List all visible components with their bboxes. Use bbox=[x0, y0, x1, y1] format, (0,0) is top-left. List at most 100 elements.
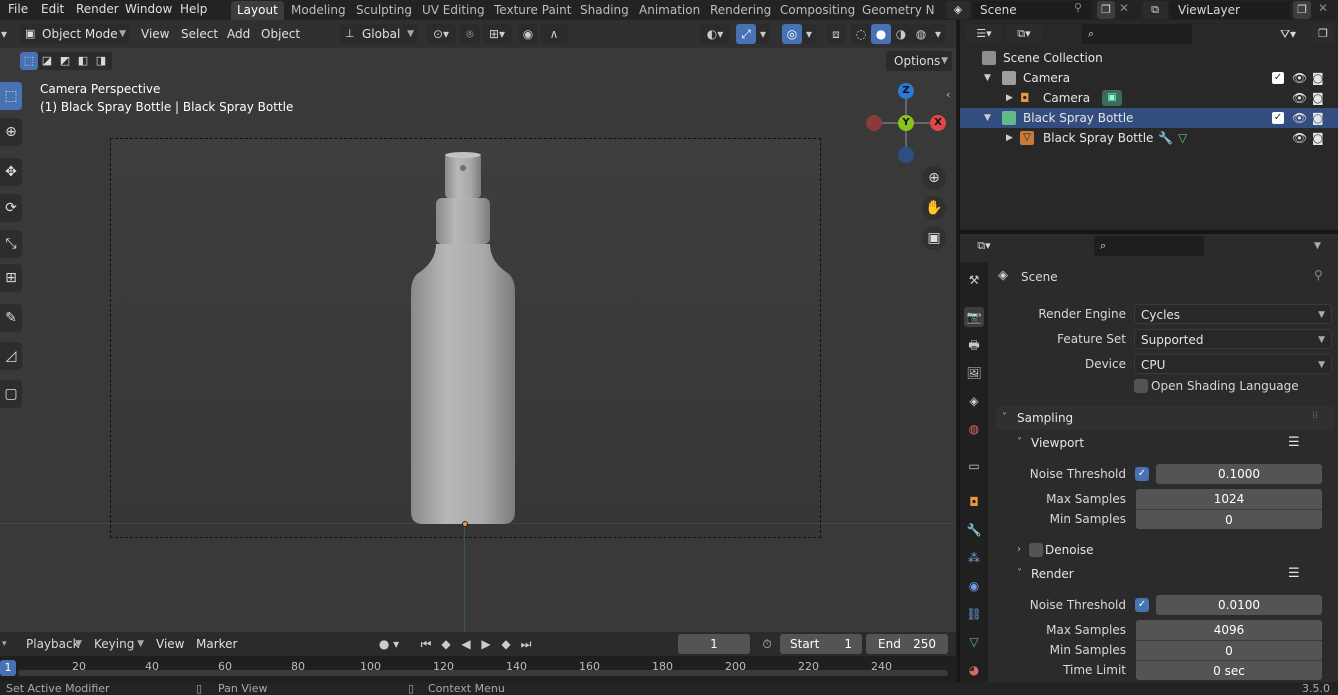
tab-modeling[interactable]: Modeling bbox=[291, 1, 346, 20]
pin-icon[interactable]: ⚲ bbox=[1314, 268, 1323, 282]
move-tool-icon[interactable]: ✥ bbox=[0, 158, 22, 186]
drag-handle-icon[interactable]: ⁞⁞ bbox=[1312, 405, 1318, 427]
render-noise-threshold-checkbox[interactable]: ✓ bbox=[1135, 598, 1149, 612]
select-invert-icon[interactable]: ◧ bbox=[74, 52, 92, 70]
pivot-icon[interactable]: ⊙▾ bbox=[426, 24, 456, 44]
eye-icon[interactable]: 👁 bbox=[1292, 108, 1307, 128]
modifier-tab-icon[interactable]: 🔧 bbox=[964, 520, 984, 540]
outliner-row-scene-collection[interactable]: Scene Collection bbox=[960, 48, 1338, 68]
jump-end-icon[interactable]: ⏭ bbox=[516, 634, 536, 654]
spray-bottle-model[interactable] bbox=[405, 150, 525, 530]
select-subtract-icon[interactable]: ◩ bbox=[56, 52, 74, 70]
material-shading-icon[interactable]: ◑ bbox=[891, 24, 911, 44]
filter-icon[interactable]: ⛛▾ bbox=[1272, 24, 1304, 44]
measure-tool-icon[interactable]: ◿ bbox=[0, 342, 22, 370]
outliner-row-bottle-collection[interactable]: ▼ Black Spray Bottle ✓ 👁 ◙ bbox=[960, 108, 1338, 128]
osl-checkbox[interactable] bbox=[1134, 379, 1148, 393]
tab-texture-paint[interactable]: Texture Paint bbox=[494, 1, 571, 20]
chevron-down-icon[interactable]: ▾ bbox=[931, 24, 945, 44]
render-min-samples-field[interactable]: 0 bbox=[1136, 640, 1322, 660]
rotate-tool-icon[interactable]: ⟳ bbox=[0, 194, 22, 222]
gizmo-neg-z-icon[interactable] bbox=[898, 147, 914, 163]
render-time-limit-field[interactable]: 0 sec bbox=[1136, 660, 1322, 680]
render-camera-icon[interactable]: ◙ bbox=[1312, 68, 1324, 88]
editor-type-icon[interactable]: ▾ bbox=[2, 634, 14, 654]
properties-editor-type-icon[interactable]: ⧉▾ bbox=[966, 236, 1002, 256]
new-viewlayer-icon[interactable]: ❐ bbox=[1293, 1, 1311, 19]
snap-target-icon[interactable]: ⊞▾ bbox=[482, 24, 512, 44]
material-tab-icon[interactable]: ◕ bbox=[964, 660, 984, 680]
current-frame-field[interactable]: 1 bbox=[678, 634, 750, 654]
end-frame-field[interactable]: End 250 bbox=[866, 634, 948, 654]
render-camera-icon[interactable]: ◙ bbox=[1312, 108, 1324, 128]
close-viewlayer-icon[interactable]: ✕ bbox=[1318, 1, 1328, 15]
playback-menu[interactable]: Playback ▼ bbox=[20, 634, 84, 654]
select-intersect-icon[interactable]: ◨ bbox=[92, 52, 110, 70]
object-tab-icon[interactable]: ◘ bbox=[964, 492, 984, 512]
keying-menu[interactable]: Keying ▼ bbox=[88, 634, 146, 654]
play-icon[interactable]: ▶ bbox=[476, 634, 496, 654]
list-menu-icon[interactable]: ☰ bbox=[1288, 432, 1300, 454]
annotate-tool-icon[interactable]: ✎ bbox=[0, 304, 22, 332]
tab-sculpting[interactable]: Sculpting bbox=[356, 1, 412, 20]
zoom-icon[interactable]: ⊕ bbox=[922, 166, 946, 190]
playhead[interactable]: 1 bbox=[0, 660, 16, 676]
transform-tool-icon[interactable]: ⊞ bbox=[0, 264, 22, 292]
next-keyframe-icon[interactable]: ◆ bbox=[496, 634, 516, 654]
mesh-data-icon[interactable]: ▽ bbox=[1178, 128, 1187, 148]
render-camera-icon[interactable]: ◙ bbox=[1312, 128, 1324, 148]
camera-view-icon[interactable]: ▣ bbox=[922, 226, 946, 250]
collection-tab-icon[interactable]: ▭ bbox=[964, 456, 984, 476]
tab-rendering[interactable]: Rendering bbox=[710, 1, 771, 20]
chevron-down-icon[interactable]: ▾ bbox=[756, 24, 770, 44]
tab-animation[interactable]: Animation bbox=[639, 1, 700, 20]
exclude-checkbox[interactable]: ✓ bbox=[1272, 72, 1284, 84]
expand-icon[interactable]: ▶ bbox=[1006, 88, 1013, 108]
render-max-samples-field[interactable]: 4096 bbox=[1136, 620, 1322, 640]
particles-tab-icon[interactable]: ⁂ bbox=[964, 548, 984, 568]
chevron-down-icon[interactable]: ▼ bbox=[1314, 236, 1321, 256]
camera-data-icon[interactable]: ▣ bbox=[1102, 90, 1122, 106]
rendered-shading-icon[interactable]: ◍ bbox=[911, 24, 931, 44]
menu-select[interactable]: Select bbox=[181, 24, 218, 44]
chevron-down-icon[interactable]: ▾ bbox=[802, 24, 816, 44]
viewport-subpanel-label[interactable]: Viewport bbox=[1031, 432, 1084, 454]
exclude-checkbox[interactable]: ✓ bbox=[1272, 112, 1284, 124]
denoise-checkbox[interactable] bbox=[1029, 543, 1043, 557]
tab-geometry-nodes[interactable]: Geometry Noc bbox=[862, 1, 934, 20]
menu-render[interactable]: Render bbox=[76, 1, 119, 19]
gizmo-y-icon[interactable]: Y bbox=[898, 115, 914, 131]
mode-dropdown[interactable]: ▣ Object Mode ▼ bbox=[20, 24, 130, 44]
outliner-row-bottle-object[interactable]: ▶ ▽ Black Spray Bottle 🔧 ▽ 👁 ◙ bbox=[960, 128, 1338, 148]
add-cube-tool-icon[interactable]: ▢ bbox=[0, 380, 22, 408]
overlay-toggle-icon[interactable]: ◎ bbox=[782, 24, 802, 44]
gizmo-toggle-icon[interactable]: ⤢ bbox=[736, 24, 756, 44]
render-engine-select[interactable]: Cycles ▼ bbox=[1134, 304, 1332, 324]
area-divider[interactable] bbox=[960, 230, 1338, 234]
eye-icon[interactable]: 👁 bbox=[1292, 68, 1307, 88]
render-camera-icon[interactable]: ◙ bbox=[1312, 88, 1324, 108]
scene-icon[interactable]: ◈ bbox=[946, 1, 970, 19]
outliner-row-camera-object[interactable]: ▶ ◘ Camera ▣ 👁 ◙ bbox=[960, 88, 1338, 108]
cursor-tool-icon[interactable]: ⊕ bbox=[0, 118, 22, 146]
tab-layout[interactable]: Layout bbox=[231, 1, 284, 20]
prev-keyframe-icon[interactable]: ◆ bbox=[436, 634, 456, 654]
sidebar-toggle-icon[interactable]: ‹ bbox=[946, 88, 950, 101]
device-select[interactable]: CPU ▼ bbox=[1134, 354, 1332, 374]
viewport-min-samples-field[interactable]: 0 bbox=[1136, 509, 1322, 529]
menu-edit[interactable]: Edit bbox=[41, 1, 64, 19]
outliner-row-camera-collection[interactable]: ▼ Camera ✓ 👁 ◙ bbox=[960, 68, 1338, 88]
visibility-icon[interactable]: ◐▾ bbox=[700, 24, 730, 44]
orientation-dropdown[interactable]: ⊥ Global ▼ bbox=[340, 24, 418, 44]
jump-start-icon[interactable]: ⏮ bbox=[416, 634, 436, 654]
output-tab-icon[interactable]: 🖶 bbox=[964, 335, 984, 355]
menu-window[interactable]: Window bbox=[125, 1, 172, 19]
proportional-edit-icon[interactable]: ◉ bbox=[518, 24, 538, 44]
viewlayer-icon[interactable]: ⧉ bbox=[1142, 1, 1168, 19]
eye-icon[interactable]: 👁 bbox=[1292, 88, 1307, 108]
scene-tab-icon[interactable]: ◈ bbox=[964, 391, 984, 411]
render-noise-threshold-field[interactable]: 0.0100 bbox=[1156, 595, 1322, 615]
display-mode-icon[interactable]: ⧉▾ bbox=[1006, 24, 1042, 44]
world-tab-icon[interactable]: ◍ bbox=[964, 419, 984, 439]
list-menu-icon[interactable]: ☰ bbox=[1288, 563, 1300, 585]
